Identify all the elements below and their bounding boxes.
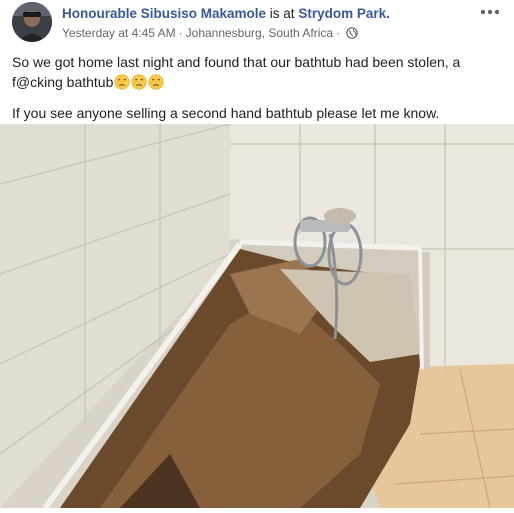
timestamp-link[interactable]: Yesterday at 4:45 AM xyxy=(62,26,176,40)
post-meta: Yesterday at 4:45 AM · Johannesburg, South… xyxy=(62,26,358,42)
checkin-text: is at xyxy=(266,6,299,21)
bathroom-photo xyxy=(0,123,514,510)
post-title: Honourable Sibusiso Makamole is at Stryd… xyxy=(62,6,390,21)
privacy-separator: · xyxy=(336,26,341,40)
sad-relieved-emoji-icon xyxy=(131,74,147,95)
avatar-image xyxy=(12,2,52,42)
place-link[interactable]: Strydom Park. xyxy=(298,6,390,21)
author-name-link[interactable]: Honourable Sibusiso Makamole xyxy=(62,6,266,21)
globe-icon[interactable] xyxy=(346,27,358,42)
post-text-line-2: If you see anyone selling a second hand … xyxy=(12,105,440,121)
sad-relieved-emoji-icon xyxy=(114,74,130,95)
post-photo[interactable] xyxy=(0,123,514,510)
post-text-line-1: So we got home last night and found that… xyxy=(12,52,502,95)
more-options-button[interactable] xyxy=(478,4,502,20)
more-options-icon xyxy=(480,9,500,15)
post-header: Honourable Sibusiso Makamole is at Stryd… xyxy=(12,2,502,46)
post-text-1: So we got home last night and found that… xyxy=(12,54,461,90)
avatar[interactable] xyxy=(12,2,52,42)
location-link[interactable]: Johannesburg, South Africa xyxy=(186,26,333,40)
post-body: So we got home last night and found that… xyxy=(12,52,502,123)
meta-separator: · xyxy=(178,26,183,40)
sad-relieved-emoji-icon xyxy=(148,74,164,95)
